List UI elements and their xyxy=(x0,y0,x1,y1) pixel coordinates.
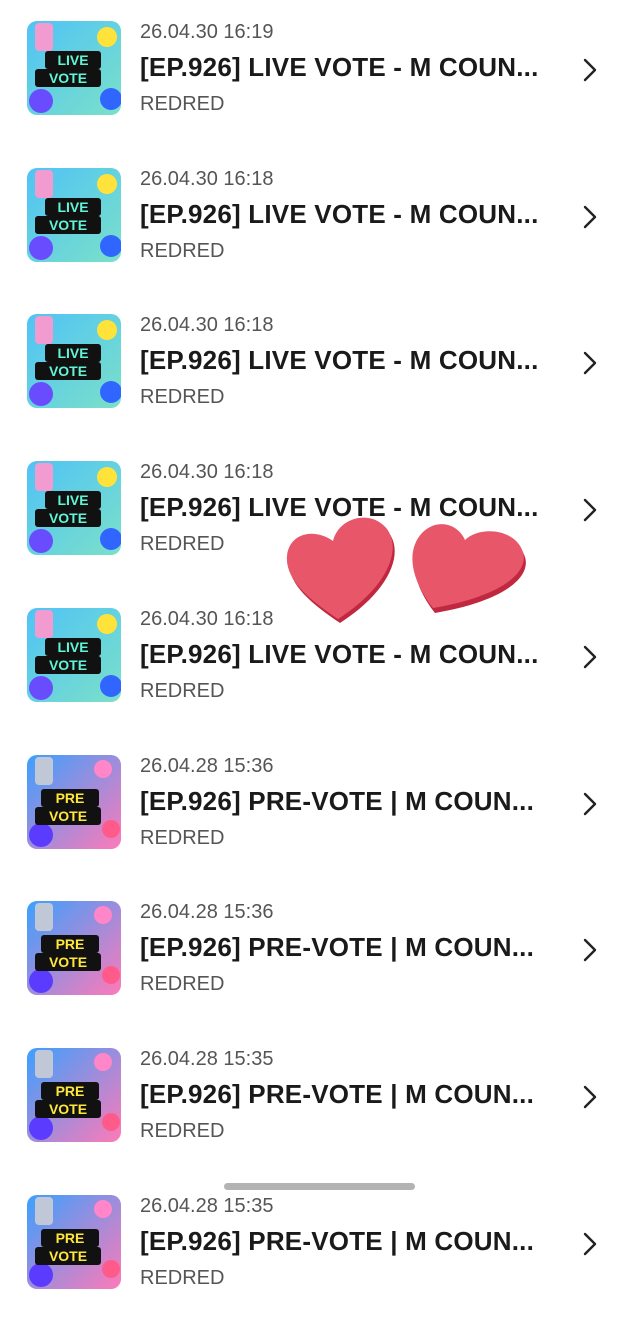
item-artist: REDRED xyxy=(140,679,225,702)
item-artist: REDRED xyxy=(140,1119,225,1142)
vote-thumbnail: PRE VOTE xyxy=(27,1194,121,1289)
item-timestamp: 26.04.28 15:36 xyxy=(140,754,274,777)
svg-text:VOTE: VOTE xyxy=(49,1248,87,1264)
svg-text:PRE: PRE xyxy=(56,1230,85,1246)
svg-text:VOTE: VOTE xyxy=(49,808,87,824)
vote-thumbnail: LIVE VOTE xyxy=(27,167,121,262)
chevron-right-icon[interactable] xyxy=(580,497,600,523)
item-timestamp: 26.04.28 15:35 xyxy=(140,1194,274,1217)
svg-text:PRE: PRE xyxy=(56,790,85,806)
list-item[interactable]: LIVE VOTE 26.04.30 16:19 [EP.926] LIVE VO… xyxy=(0,2,639,149)
item-timestamp: 26.04.30 16:19 xyxy=(140,21,274,43)
item-artist: REDRED xyxy=(140,1266,225,1289)
list-item[interactable]: LIVE VOTE 26.04.30 16:18 [EP.926] LIVE VO… xyxy=(0,442,639,589)
item-title: [EP.926] PRE-VOTE | M COUN... xyxy=(140,932,535,963)
chevron-right-icon[interactable] xyxy=(580,791,600,817)
item-title: [EP.926] LIVE VOTE - M COUN... xyxy=(140,492,539,523)
item-title: [EP.926] LIVE VOTE - M COUN... xyxy=(140,345,539,376)
svg-text:LIVE: LIVE xyxy=(57,345,88,361)
item-artist: REDRED xyxy=(140,239,225,262)
chevron-right-icon[interactable] xyxy=(580,204,600,230)
vote-thumbnail: PRE VOTE xyxy=(27,1047,121,1142)
item-artist: REDRED xyxy=(140,973,225,996)
svg-text:VOTE: VOTE xyxy=(49,1101,87,1117)
item-title: [EP.926] LIVE VOTE - M COUN... xyxy=(140,198,539,229)
vote-thumbnail: LIVE VOTE xyxy=(27,314,121,409)
item-artist: REDRED xyxy=(140,533,225,556)
list-item[interactable]: LIVE VOTE 26.04.30 16:18 [EP.926] LIVE VO… xyxy=(0,589,639,736)
home-indicator[interactable] xyxy=(224,1183,415,1190)
item-title: [EP.926] LIVE VOTE - M COUN... xyxy=(140,638,539,669)
list-item[interactable]: LIVE VOTE 26.04.30 16:18 [EP.926] LIVE VO… xyxy=(0,295,639,442)
item-timestamp: 26.04.28 15:36 xyxy=(140,901,274,924)
chevron-right-icon[interactable] xyxy=(580,57,600,83)
svg-text:PRE: PRE xyxy=(56,936,85,952)
svg-text:LIVE: LIVE xyxy=(57,199,88,215)
svg-text:LIVE: LIVE xyxy=(57,492,88,508)
list-item[interactable]: PRE VOTE 26.04.28 15:35 [EP.926] PRE-VOTE… xyxy=(0,1029,639,1176)
item-artist: REDRED xyxy=(140,386,225,409)
item-title: [EP.926] PRE-VOTE | M COUN... xyxy=(140,785,535,816)
vote-thumbnail: LIVE VOTE xyxy=(27,21,121,115)
chevron-right-icon[interactable] xyxy=(580,644,600,670)
svg-text:VOTE: VOTE xyxy=(49,954,87,970)
svg-text:PRE: PRE xyxy=(56,1083,85,1099)
item-timestamp: 26.04.30 16:18 xyxy=(140,607,274,630)
item-title: [EP.926] PRE-VOTE | M COUN... xyxy=(140,1078,535,1109)
chevron-right-icon[interactable] xyxy=(580,1231,600,1257)
chevron-right-icon[interactable] xyxy=(580,937,600,963)
svg-text:VOTE: VOTE xyxy=(49,363,87,379)
item-artist: REDRED xyxy=(140,93,225,115)
list-item[interactable]: PRE VOTE 26.04.28 15:36 [EP.926] PRE-VOTE… xyxy=(0,736,639,883)
item-timestamp: 26.04.28 15:35 xyxy=(140,1047,274,1070)
svg-text:LIVE: LIVE xyxy=(57,639,88,655)
vote-thumbnail: LIVE VOTE xyxy=(27,461,121,556)
chevron-right-icon[interactable] xyxy=(580,350,600,376)
vote-thumbnail: LIVE VOTE xyxy=(27,607,121,702)
item-timestamp: 26.04.30 16:18 xyxy=(140,314,274,337)
item-artist: REDRED xyxy=(140,826,225,849)
item-title: [EP.926] LIVE VOTE - M COUN... xyxy=(140,52,539,82)
chevron-right-icon[interactable] xyxy=(580,1084,600,1110)
item-timestamp: 26.04.30 16:18 xyxy=(140,461,274,484)
svg-text:VOTE: VOTE xyxy=(49,510,87,526)
svg-text:LIVE: LIVE xyxy=(57,52,88,68)
svg-text:VOTE: VOTE xyxy=(49,657,87,673)
vote-thumbnail: PRE VOTE xyxy=(27,754,121,849)
item-timestamp: 26.04.30 16:18 xyxy=(140,167,274,190)
list-item[interactable]: LIVE VOTE 26.04.30 16:18 [EP.926] LIVE VO… xyxy=(0,149,639,296)
item-title: [EP.926] PRE-VOTE | M COUN... xyxy=(140,1225,535,1256)
vote-thumbnail: PRE VOTE xyxy=(27,901,121,996)
svg-text:VOTE: VOTE xyxy=(49,70,87,86)
list-item[interactable]: PRE VOTE 26.04.28 15:35 [EP.926] PRE-VOTE… xyxy=(0,1176,639,1323)
list-item[interactable]: PRE VOTE 26.04.28 15:36 [EP.926] PRE-VOTE… xyxy=(0,882,639,1029)
svg-text:VOTE: VOTE xyxy=(49,217,87,233)
